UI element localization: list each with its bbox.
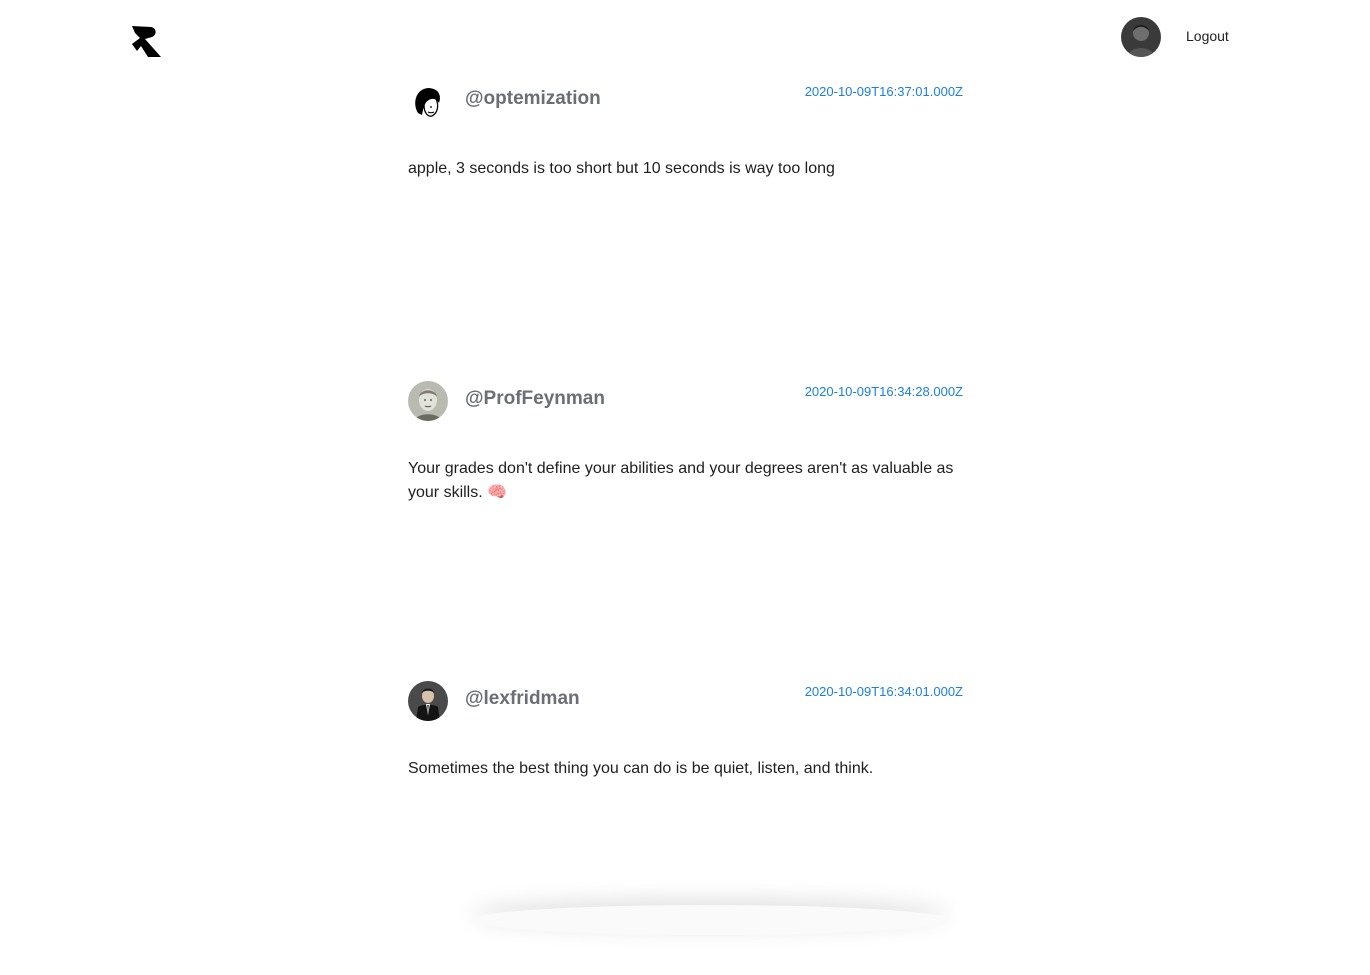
post-timestamp-link[interactable]: 2020-10-09T16:34:01.000Z	[805, 684, 963, 699]
top-nav: Logout	[0, 0, 1370, 75]
bottom-card-shadow	[470, 905, 950, 935]
optemization-avatar-icon[interactable]	[408, 83, 448, 123]
post-username[interactable]: @optemization	[465, 88, 601, 110]
post-text: Sometimes the best thing you can do is b…	[408, 760, 874, 777]
user-avatar-icon[interactable]	[1121, 17, 1161, 57]
post-timestamp-link[interactable]: 2020-10-09T16:34:28.000Z	[805, 384, 963, 399]
post-username[interactable]: @lexfridman	[465, 688, 580, 710]
post-item: @optemization 2020-10-09T16:37:01.000Z a…	[408, 75, 963, 375]
post-timestamp-link[interactable]: 2020-10-09T16:37:01.000Z	[805, 84, 963, 99]
post-text: apple, 3 seconds is too short but 10 sec…	[408, 160, 835, 177]
lexfridman-avatar-icon[interactable]	[408, 681, 448, 721]
logo-icon[interactable]	[131, 24, 162, 59]
post-feed: @optemization 2020-10-09T16:37:01.000Z a…	[408, 75, 963, 975]
post-item: @ProfFeynman 2020-10-09T16:34:28.000Z Yo…	[408, 375, 963, 675]
post-text: Your grades don't define your abilities …	[408, 460, 954, 501]
post-username[interactable]: @ProfFeynman	[465, 388, 605, 410]
logout-link[interactable]: Logout	[1186, 28, 1229, 44]
proffeynman-avatar-icon[interactable]	[408, 381, 448, 421]
